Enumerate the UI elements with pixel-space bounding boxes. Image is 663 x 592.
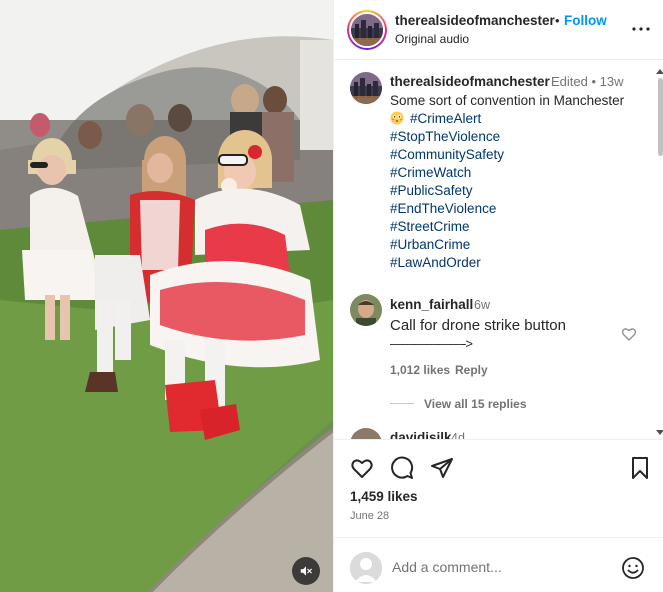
smiley-icon (622, 557, 644, 579)
mute-toggle-button[interactable] (292, 557, 320, 585)
caption-text: Some sort of convention in Manchester (390, 93, 625, 108)
comment-text: Call for drone strike button (390, 317, 566, 334)
comment-input[interactable] (392, 555, 612, 579)
post-likes-count[interactable]: 1,459 likes (350, 489, 418, 504)
scrollbar-thumb[interactable] (658, 78, 663, 156)
bookmark-icon (632, 457, 648, 479)
post-header: therealsideofmanchester • Follow Origina… (334, 0, 663, 60)
more-options-button[interactable] (630, 18, 652, 40)
city-skyline-avatar-icon (350, 72, 382, 104)
comment-username[interactable]: kenn_fairhall (390, 297, 473, 312)
comment-likes-count[interactable]: 1,012 likes (390, 363, 450, 377)
current-user-avatar (350, 552, 382, 584)
hashtag-link[interactable]: #EndTheViolence (390, 200, 650, 218)
audio-label[interactable]: Original audio (395, 32, 469, 46)
comment-arrow-text: ——————-> (390, 336, 473, 351)
comment-reply-button[interactable]: Reply (455, 363, 488, 377)
hashtag-link[interactable]: #CrimeWatch (390, 164, 650, 182)
hashtag-link[interactable]: #StreetCrime (390, 218, 650, 236)
scroll-up-arrow-icon (656, 69, 663, 74)
author-avatar[interactable] (347, 10, 387, 50)
add-comment-bar (334, 537, 663, 592)
comment-like-button[interactable] (621, 326, 637, 342)
commenter-avatar[interactable] (350, 294, 382, 326)
hashtag-link[interactable]: #UrbanCrime (390, 236, 650, 254)
comment-time: 6w (474, 298, 490, 312)
hashtag-link[interactable]: #LawAndOrder (390, 254, 650, 272)
separator-dot: • (555, 13, 560, 28)
post-video[interactable] (0, 0, 333, 592)
face-photo-avatar-icon (350, 294, 382, 326)
hashtag-list: #CrimeAlert #StopTheViolence #CommunityS… (390, 110, 650, 272)
flushed-face-emoji-icon (390, 111, 404, 125)
save-button[interactable] (628, 456, 652, 480)
author-username[interactable]: therealsideofmanchester (395, 13, 555, 28)
hashtag-link[interactable]: #CommunitySafety (390, 146, 650, 164)
post-date[interactable]: June 28 (350, 510, 389, 522)
hashtag-link[interactable]: #PublicSafety (390, 182, 650, 200)
video-frame (0, 0, 333, 592)
post-detail-panel: therealsideofmanchester • Follow Origina… (333, 0, 663, 592)
muted-speaker-icon (300, 566, 312, 576)
caption-username[interactable]: therealsideofmanchester (390, 74, 550, 89)
comment-username[interactable]: davidisilk (390, 430, 452, 439)
heart-icon (351, 459, 373, 478)
replies-divider (390, 403, 414, 404)
share-button[interactable] (430, 456, 454, 480)
comments-section[interactable]: therealsideofmanchester Edited • 13w Som… (334, 61, 663, 439)
paper-plane-icon (431, 458, 453, 478)
comments-scrollbar[interactable] (656, 68, 663, 438)
hashtag-link[interactable]: #CrimeAlert (410, 111, 481, 126)
hashtag-link[interactable]: #StopTheViolence (390, 128, 650, 146)
default-user-avatar-icon (350, 552, 382, 584)
caption-meta: Edited • 13w (551, 74, 624, 89)
city-skyline-avatar-icon (351, 14, 383, 46)
caption-author-avatar[interactable] (350, 72, 382, 104)
emoji-picker-button[interactable] (621, 556, 645, 580)
like-button[interactable] (350, 456, 374, 480)
view-replies-button[interactable]: View all 15 replies (424, 397, 527, 411)
heart-icon (621, 328, 637, 341)
scroll-down-arrow-icon (656, 430, 663, 435)
more-horizontal-icon (632, 27, 650, 31)
comment-button[interactable] (390, 456, 414, 480)
comment-bubble-icon (391, 456, 414, 479)
commenter-avatar[interactable] (350, 428, 382, 439)
follow-button[interactable]: Follow (564, 13, 607, 28)
post-actions: 1,459 likes June 28 (334, 439, 663, 536)
comment-time: 4d (451, 431, 465, 439)
